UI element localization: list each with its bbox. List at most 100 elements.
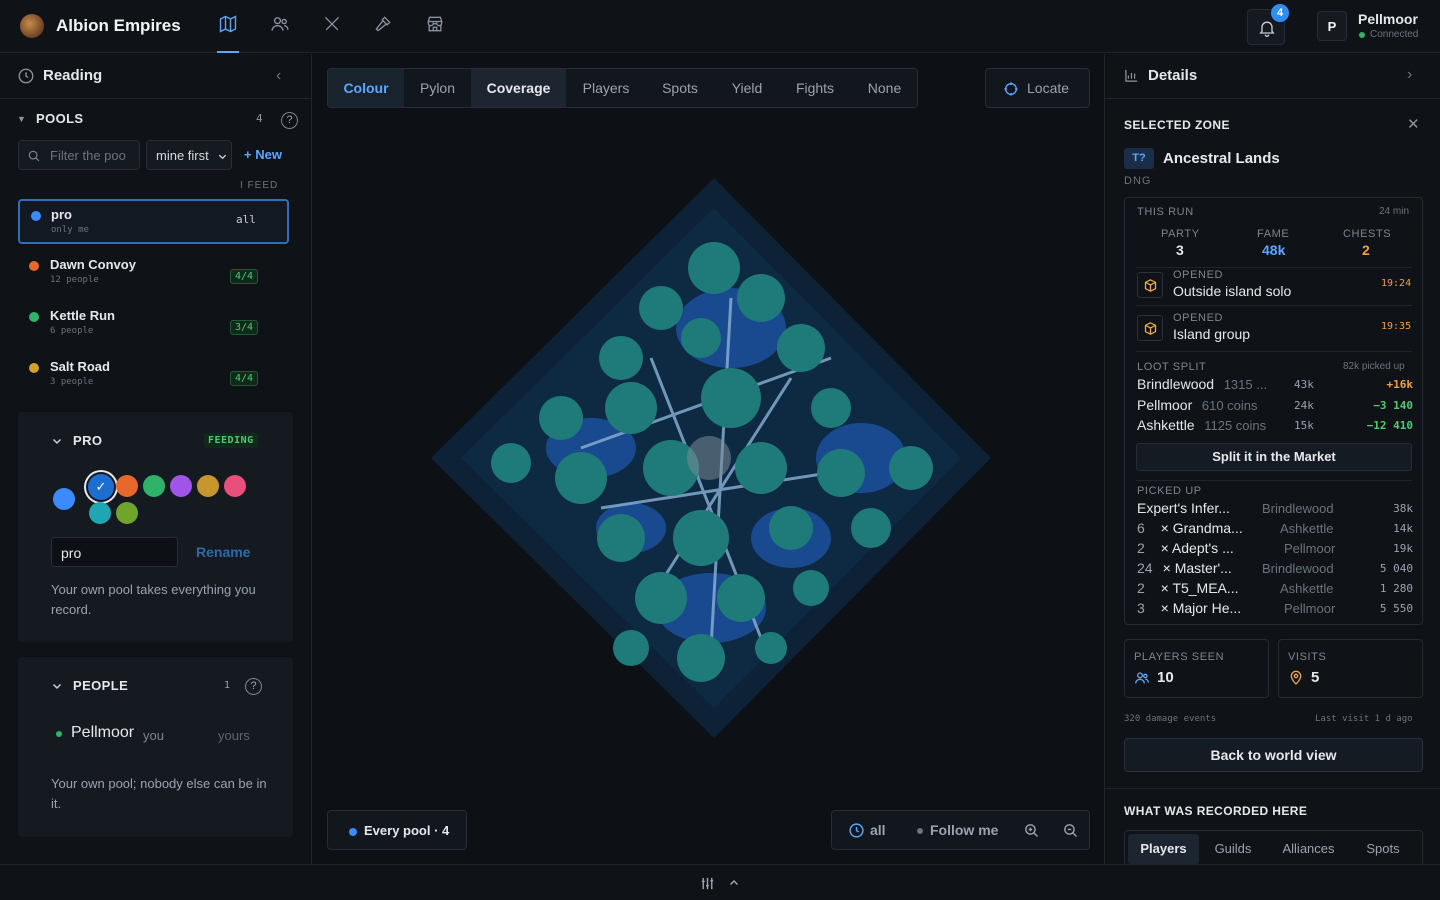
layer-tab-yield[interactable]: Yield	[714, 69, 780, 107]
players-seen-card: PLAYERS SEEN 10	[1124, 639, 1269, 698]
divider	[1136, 351, 1412, 352]
map-icon[interactable]	[218, 14, 242, 38]
selected-zone-label: SELECTED ZONE	[1124, 118, 1230, 132]
color-swatch[interactable]	[170, 475, 192, 497]
pool-sub: 3 people	[50, 377, 94, 387]
sort-select[interactable]: mine first	[146, 140, 232, 170]
layer-tab-none[interactable]: None	[850, 69, 917, 107]
pool-color-dot	[29, 261, 39, 271]
chevron-down-icon[interactable]	[51, 435, 63, 447]
picked-item: × Adept's ...	[1160, 540, 1234, 556]
opened-label: OPENED	[1173, 312, 1224, 324]
zone-type: DNG	[1124, 175, 1152, 187]
zoom-in-icon[interactable]	[1023, 822, 1040, 839]
zone-name: Ancestral Lands	[1163, 150, 1280, 167]
loot-name: Brindlewood	[1137, 376, 1215, 392]
collapse-left-icon[interactable]: ‹	[276, 67, 281, 85]
picked-value: 1 280	[1379, 582, 1413, 595]
follow-me-toggle[interactable]: Follow me	[930, 822, 998, 838]
split-market-label: Split it in the Market	[1212, 449, 1336, 464]
pool-name-input[interactable]: pro	[51, 537, 178, 567]
divider	[1136, 480, 1412, 481]
back-to-world-button[interactable]: Back to world view	[1124, 738, 1423, 772]
divider	[1136, 267, 1412, 268]
color-swatch[interactable]	[197, 475, 219, 497]
color-swatch[interactable]	[53, 488, 75, 510]
layer-tab-players[interactable]: Players	[566, 69, 646, 107]
pools-help-icon[interactable]: ?	[281, 112, 298, 129]
zone-map[interactable]	[431, 178, 991, 738]
zoom-out-icon[interactable]	[1062, 822, 1079, 839]
tab-guilds[interactable]: Guilds	[1203, 834, 1263, 864]
fame-value: 48k	[1262, 242, 1286, 258]
rename-button[interactable]: Rename	[196, 544, 250, 560]
close-icon[interactable]: ✕	[1407, 115, 1420, 133]
hammer-icon[interactable]	[373, 14, 397, 38]
new-pool-button[interactable]: + New	[244, 147, 282, 162]
layer-tab-coverage[interactable]: Coverage	[471, 69, 566, 107]
bottom-bar	[0, 864, 1440, 900]
pools-toggle-icon[interactable]: ▼	[17, 114, 26, 124]
chevron-up-icon[interactable]	[728, 877, 740, 889]
color-swatch[interactable]	[143, 475, 165, 497]
chevron-down-icon[interactable]	[51, 680, 63, 692]
color-swatch[interactable]	[89, 502, 111, 524]
avatar[interactable]: P	[1317, 11, 1347, 41]
swords-icon[interactable]	[322, 14, 346, 38]
layer-tab-fights[interactable]: Fights	[780, 69, 850, 107]
picked-who: Pellmoor	[1284, 601, 1336, 616]
layer-tab-spots[interactable]: Spots	[646, 69, 714, 107]
clock-icon[interactable]	[848, 822, 865, 839]
time-filter-label[interactable]: all	[870, 822, 886, 838]
loot-row: Brindlewood 1315 ... 43k +16k	[1137, 376, 1413, 396]
tab-alliances[interactable]: Alliances	[1271, 834, 1346, 864]
collapse-right-icon[interactable]: ›	[1407, 66, 1412, 84]
people-icon	[1135, 672, 1149, 684]
pool-feed-tag[interactable]: 3/4	[230, 320, 259, 335]
pro-panel-title: PRO	[73, 433, 103, 448]
chests-value: 2	[1362, 242, 1370, 258]
color-swatch[interactable]	[116, 502, 138, 524]
user-name: Pellmoor	[1358, 11, 1418, 27]
locate-button[interactable]: Locate	[985, 68, 1090, 108]
loot-value: 24k	[1294, 399, 1314, 412]
party-value: 3	[1176, 242, 1184, 258]
chart-icon	[1125, 69, 1138, 82]
divider	[1136, 305, 1412, 306]
pool-feed-tag[interactable]: 4/4	[230, 371, 259, 386]
store-icon[interactable]	[425, 14, 449, 38]
pool-list-item[interactable]: pro only me all	[18, 199, 289, 244]
color-swatch[interactable]	[116, 475, 138, 497]
people-icon[interactable]	[270, 14, 294, 38]
crosshair-icon	[1004, 82, 1018, 96]
players-seen-value: 10	[1157, 669, 1174, 686]
layer-tab-colour[interactable]: Colour	[328, 69, 404, 107]
split-market-button[interactable]: Split it in the Market	[1136, 443, 1412, 471]
tab-spots[interactable]: Spots	[1353, 834, 1413, 864]
pool-list-item[interactable]: Salt Road 3 people 4/4	[18, 353, 289, 398]
color-swatch-selected[interactable]: ✓	[88, 474, 114, 500]
color-swatch[interactable]	[224, 475, 246, 497]
loot-coins: 1315 ...	[1223, 377, 1268, 392]
pool-filter-input[interactable]: Filter the poo	[18, 140, 140, 170]
sliders-icon[interactable]	[699, 875, 716, 892]
pool-list-item[interactable]: Dawn Convoy 12 people 4/4	[18, 251, 289, 296]
top-bar: Albion Empires 4 P Pellmoor Connected	[0, 0, 1440, 53]
sort-select-value: mine first	[156, 148, 209, 163]
map-area[interactable]: Colour Pylon Coverage Players Spots Yiel…	[313, 54, 1103, 864]
loot-name: Pellmoor	[1137, 397, 1193, 413]
divider	[1105, 98, 1440, 99]
divider	[0, 98, 312, 99]
pool-feed-tag[interactable]: 4/4	[230, 269, 259, 284]
pool-list-item[interactable]: Kettle Run 6 people 3/4	[18, 302, 289, 347]
picked-item: × Grandma...	[1160, 520, 1243, 536]
layer-tab-pylon[interactable]: Pylon	[404, 69, 471, 107]
details-panel: Details › SELECTED ZONE ✕ T? Ancestral L…	[1104, 54, 1440, 864]
people-help-icon[interactable]: ?	[245, 678, 262, 695]
loot-delta: +16k	[1386, 378, 1414, 391]
pool-feed-tag[interactable]: all	[236, 213, 256, 226]
zone-map-center	[687, 436, 731, 480]
pool-filter-chip[interactable]: Every pool · 4	[327, 810, 467, 850]
tab-players[interactable]: Players	[1128, 834, 1199, 864]
recorded-tabs: Players Guilds Alliances Spots	[1124, 830, 1423, 864]
